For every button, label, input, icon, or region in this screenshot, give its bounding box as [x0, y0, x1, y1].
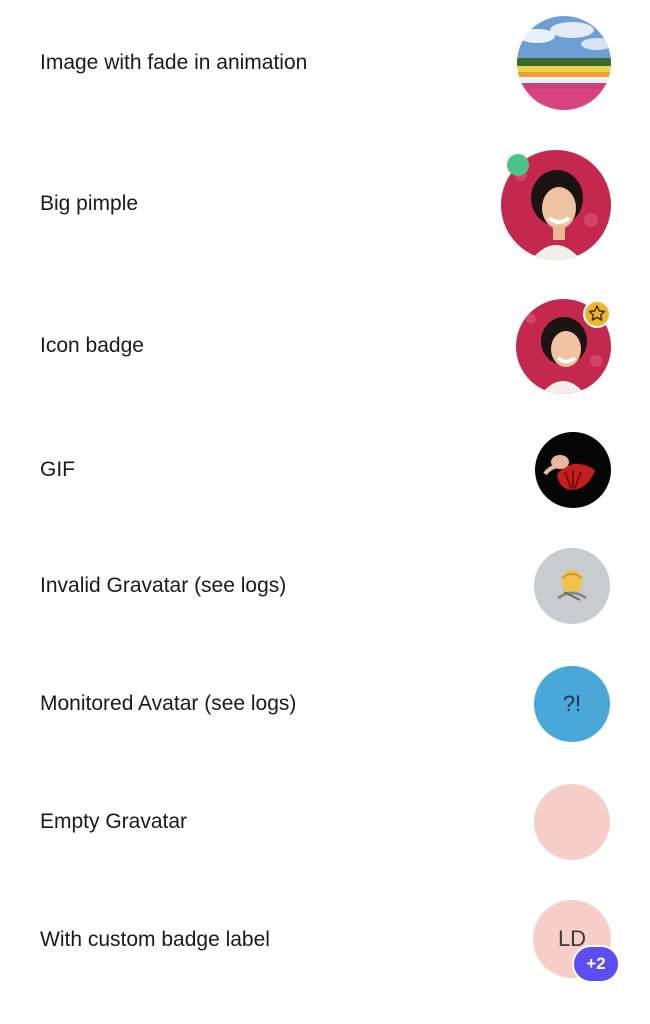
star-icon	[583, 300, 611, 328]
list-item: GIF	[0, 415, 650, 530]
row-label: GIF	[40, 458, 75, 481]
list-item: Monitored Avatar (see logs) ?!	[0, 648, 650, 766]
avatar[interactable]	[517, 16, 611, 110]
list-item: Empty Gravatar	[0, 766, 650, 884]
avatar[interactable]: ?!	[534, 666, 610, 742]
avatar[interactable]: LD +2	[533, 900, 620, 983]
row-label: Invalid Gravatar (see logs)	[40, 574, 287, 597]
avatar-initials: ?!	[562, 691, 582, 716]
row-label: Monitored Avatar (see logs)	[40, 692, 297, 715]
list-item: Image with fade in animation	[0, 0, 650, 130]
avatar[interactable]	[534, 548, 610, 624]
row-label: With custom badge label	[40, 928, 270, 951]
placeholder-person-icon	[557, 570, 587, 601]
row-label: Image with fade in animation	[40, 51, 308, 74]
row-label: Empty Gravatar	[40, 810, 188, 833]
list-item: Invalid Gravatar (see logs)	[0, 530, 650, 648]
landscape-photo-icon	[517, 16, 611, 110]
avatar[interactable]	[534, 784, 610, 860]
avatar[interactable]	[516, 299, 611, 394]
list-item: Icon badge	[0, 280, 650, 415]
gif-image-icon	[535, 432, 611, 508]
list-item: With custom badge label LD +2	[0, 884, 650, 1024]
row-label: Big pimple	[40, 192, 139, 215]
list-item: Big pimple	[0, 130, 650, 280]
row-label: Icon badge	[40, 334, 144, 357]
online-status-badge	[507, 154, 529, 176]
count-badge: +2	[572, 945, 620, 983]
avatar[interactable]	[535, 432, 611, 508]
avatar[interactable]	[501, 150, 611, 260]
